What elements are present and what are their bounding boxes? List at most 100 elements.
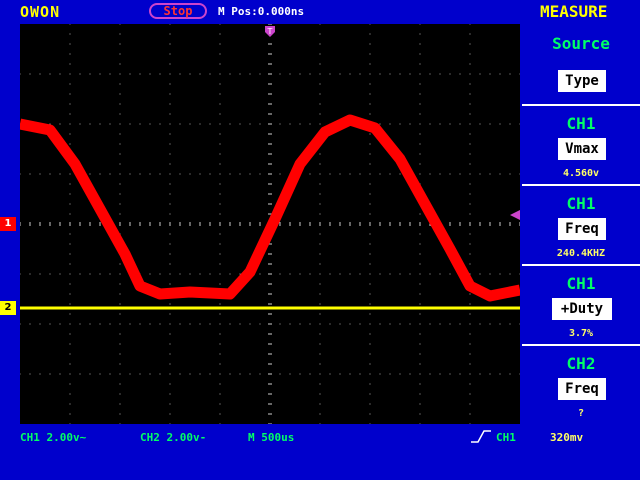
- grid-dot: [319, 343, 321, 345]
- grid-dot: [169, 283, 171, 285]
- grid-dot: [119, 393, 121, 395]
- measure-cell-head: CH2: [566, 354, 596, 373]
- grid-dot: [519, 73, 520, 75]
- grid-dot: [429, 373, 431, 375]
- grid-dot: [519, 123, 520, 125]
- grid-dot: [169, 73, 171, 75]
- measure-type-box[interactable]: Type: [558, 70, 606, 92]
- grid-dot: [199, 323, 201, 325]
- grid-dot: [169, 123, 171, 125]
- measure-type-box[interactable]: Freq: [558, 378, 606, 400]
- measure-type-box[interactable]: Vmax: [558, 138, 606, 160]
- grid-dot: [369, 343, 371, 345]
- grid-dot: [219, 33, 221, 35]
- grid-dot: [469, 203, 471, 205]
- grid-dot: [39, 323, 41, 325]
- grid-dot: [329, 73, 331, 75]
- measure-type-box[interactable]: +Duty: [552, 298, 612, 320]
- grid-dot: [199, 273, 201, 275]
- grid-dot: [69, 33, 71, 35]
- grid-dot: [509, 73, 511, 75]
- grid-dot: [119, 123, 121, 125]
- grid-dot: [399, 73, 401, 75]
- grid-dot: [369, 193, 371, 195]
- grid-dot: [69, 213, 71, 215]
- grid-dot: [449, 373, 451, 375]
- axis-tick: [268, 113, 272, 115]
- grid-dot: [419, 263, 421, 265]
- grid-dot: [289, 323, 291, 325]
- measure-cell-source[interactable]: Source Type: [522, 24, 640, 102]
- grid-dot: [179, 373, 181, 375]
- measure-cell-1[interactable]: CH1 Vmax 4.560v: [522, 104, 640, 182]
- grid-dot: [69, 133, 71, 135]
- grid-dot: [219, 113, 221, 115]
- grid-dot: [389, 373, 391, 375]
- grid-dot: [319, 313, 321, 315]
- grid-dot: [319, 123, 321, 125]
- axis-tick: [268, 323, 272, 325]
- grid-dot: [419, 383, 421, 385]
- grid-dot: [189, 73, 191, 75]
- grid-dot: [469, 63, 471, 65]
- axis-tick: [489, 222, 491, 226]
- grid-dot: [139, 323, 141, 325]
- grid-dot: [369, 323, 371, 325]
- grid-dot: [369, 283, 371, 285]
- grid-dot: [329, 323, 331, 325]
- grid-dot: [409, 273, 411, 275]
- grid-dot: [119, 53, 121, 55]
- grid-dot: [69, 24, 71, 25]
- grid-dot: [489, 273, 491, 275]
- grid-dot: [169, 233, 171, 235]
- grid-dot: [419, 343, 421, 345]
- grid-dot: [69, 233, 71, 235]
- grid-dot: [409, 373, 411, 375]
- measure-cell-2[interactable]: CH1 Freq 240.4KHZ: [522, 184, 640, 262]
- grid-dot: [319, 103, 321, 105]
- axis-tick: [268, 123, 272, 125]
- measure-cell-3[interactable]: CH1 +Duty 3.7%: [522, 264, 640, 342]
- grid-dot: [379, 123, 381, 125]
- run-stop-button[interactable]: Stop: [149, 3, 207, 19]
- grid-dot: [369, 73, 371, 75]
- grid-dot: [39, 73, 41, 75]
- grid-dot: [469, 233, 471, 235]
- measure-type-box[interactable]: Freq: [558, 218, 606, 240]
- grid-dot: [399, 123, 401, 125]
- grid-dot: [99, 323, 101, 325]
- grid-dot: [319, 273, 321, 275]
- grid-dot: [119, 24, 121, 25]
- grid-dot: [199, 373, 201, 375]
- grid-dot: [79, 373, 81, 375]
- axis-tick: [239, 222, 241, 226]
- axis-tick: [419, 222, 421, 226]
- grid-dot: [119, 73, 121, 75]
- grid-dot: [369, 173, 371, 175]
- axis-tick: [89, 222, 91, 226]
- timebase-readout: M 500us: [248, 431, 295, 444]
- grid-dot: [369, 253, 371, 255]
- grid-dot: [219, 403, 221, 405]
- grid-dot: [469, 163, 471, 165]
- grid-dot: [169, 53, 171, 55]
- grid-dot: [319, 193, 321, 195]
- grid-dot: [69, 323, 71, 325]
- grid-dot: [439, 273, 441, 275]
- grid-dot: [509, 173, 511, 175]
- grid-dot: [249, 123, 251, 125]
- grid-dot: [469, 43, 471, 45]
- grid-dot: [479, 73, 481, 75]
- grid-dot: [169, 193, 171, 195]
- axis-tick: [268, 423, 272, 424]
- grid-dot: [449, 323, 451, 325]
- grid-dot: [369, 293, 371, 295]
- grid-dot: [69, 193, 71, 195]
- grid-dot: [169, 343, 171, 345]
- grid-dot: [59, 123, 61, 125]
- grid-dot: [219, 123, 221, 125]
- grid-dot: [219, 63, 221, 65]
- grid-dot: [469, 393, 471, 395]
- axis-tick: [268, 24, 272, 25]
- measure-cell-4[interactable]: CH2 Freq ?: [522, 344, 640, 422]
